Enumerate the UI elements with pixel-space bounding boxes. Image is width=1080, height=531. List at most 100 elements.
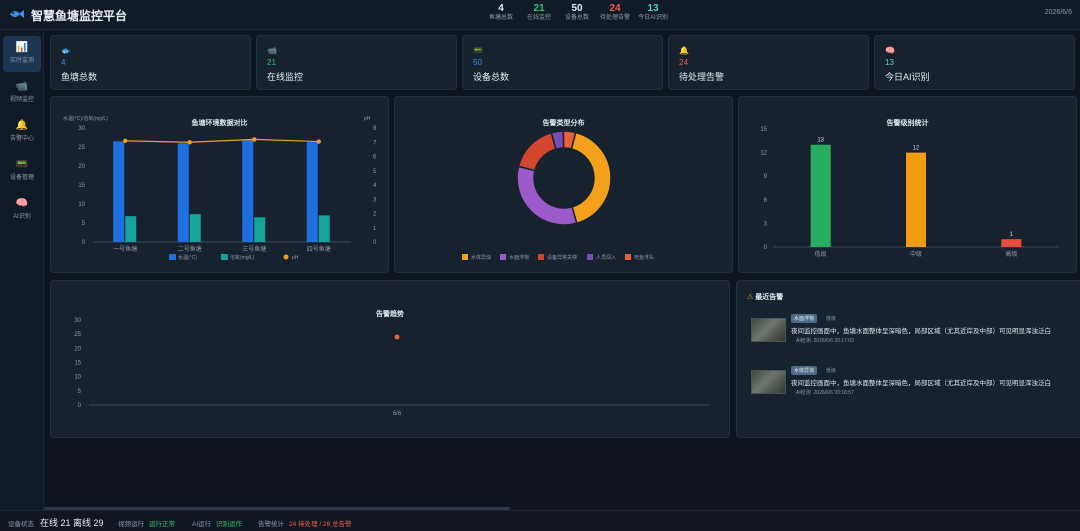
- y-tick-label: 0: [78, 403, 82, 409]
- brain-icon: 🧠: [15, 198, 29, 209]
- data-label: 1: [1010, 232, 1014, 238]
- bell-icon: 🔔: [679, 46, 689, 55]
- pie-slice: [570, 131, 612, 225]
- y2-tick-label: 1: [373, 226, 377, 232]
- alert-type-chart: 水体异浊 水面浮物 设备异常关停 人员闯入 死鱼浮头: [462, 130, 654, 261]
- x-tick-label: 中级: [910, 250, 922, 258]
- status-footer: 设备状态 在线 21 离线 29 视频运行 运行正常 AI运行 识别运作 告警统…: [0, 510, 1080, 531]
- kpi-value: 24: [679, 58, 688, 67]
- kpi-value: 50: [473, 58, 482, 67]
- alert-thumbnail[interactable]: [751, 318, 786, 342]
- y-tick-label: 20: [78, 164, 85, 170]
- legend-label: pH: [292, 255, 299, 261]
- header-stat: 13 今日AI识别: [634, 3, 672, 27]
- legend-marker: [283, 254, 289, 260]
- pie-slice: [516, 165, 578, 226]
- sidebar-item-chart[interactable]: 📊 实时监测: [3, 36, 41, 72]
- legend-marker: [221, 254, 228, 260]
- device-icon: 📟: [473, 46, 483, 55]
- y2-tick-label: 7: [373, 140, 377, 146]
- y2-tick-label: 3: [373, 197, 377, 203]
- data-label: 12: [913, 146, 920, 152]
- legend-label: 水温(°C): [178, 254, 197, 261]
- sidebar-item-device[interactable]: 📟 设备管理: [3, 153, 41, 189]
- bar: [1001, 239, 1022, 247]
- header-stat-value: 21: [533, 3, 545, 14]
- legend-marker: [538, 254, 544, 260]
- header-stat: 24 待处理告警: [596, 3, 634, 27]
- header-stat-label: 今日AI识别: [638, 15, 668, 21]
- device-icon: 📟: [15, 159, 29, 170]
- legend-label: 设备异常关停: [547, 254, 577, 261]
- header-stat-label: 鱼塘总数: [488, 15, 513, 21]
- kpi-card[interactable]: 📟 50 设备总数: [462, 35, 663, 90]
- line-point: [123, 138, 128, 144]
- env-compare-chart-card: 鱼塘环境数据对比 水温(°C)/溶氧(mg/L) pH 0 5 10 15 20 25 30 0 1…: [50, 96, 389, 273]
- series-line: [125, 138, 319, 143]
- kpi-label: 鱼塘总数: [61, 72, 98, 82]
- chart-icon: 📊: [15, 42, 29, 53]
- video-status-label: 视频运行: [118, 521, 144, 528]
- header-stat: 4 鱼塘总数: [482, 3, 520, 27]
- alert-description: 夜间监控画面中，鱼塘水面整体呈深暗色，局部区域（尤其近岸及中部）可见明显浑浊泛白: [791, 380, 1051, 387]
- x-tick-label: 三号鱼塘: [242, 245, 266, 253]
- y-tick-label: 20: [74, 346, 81, 352]
- kpi-card[interactable]: 🧠 13 今日AI识别: [874, 35, 1075, 90]
- app-title: 智慧鱼塘监控平台: [31, 9, 128, 23]
- bar: [318, 215, 330, 242]
- y-tick-label: 10: [74, 375, 81, 381]
- kpi-card[interactable]: 📹 21 在线监控: [256, 35, 457, 90]
- y-tick-label: 15: [760, 127, 767, 133]
- data-point: [394, 334, 400, 340]
- y-tick-label: 5: [82, 221, 86, 227]
- alert-item[interactable]: 水面浮物 低级 夜间监控画面中，鱼塘水面整体呈深暗色，局部区域（尤其近岸及中部）可见…: [751, 314, 1080, 350]
- bar: [254, 217, 266, 242]
- x-tick-label: 高级: [1005, 250, 1017, 258]
- header-stat: 21 在线监控: [520, 3, 558, 27]
- alert-level-chart-card: 告警级别统计 0 3 6 9 12 15 13 低级 12 中级 1 高级: [738, 96, 1077, 273]
- y2-tick-label: 6: [373, 155, 377, 161]
- current-date: 2026/6/6: [1044, 9, 1072, 16]
- warning-icon: ⚠: [747, 294, 754, 301]
- alert-source: AI检测 2026/6/6 20:16:57: [796, 390, 854, 396]
- alert-thumbnail[interactable]: [751, 370, 786, 394]
- alert-type-chart-card: 告警类型分布 水体异浊 水面浮物 设备异常关停 人员闯入 死鱼浮头: [394, 96, 733, 273]
- kpi-card[interactable]: 🐟 4 鱼塘总数: [50, 35, 251, 90]
- bar: [810, 144, 831, 247]
- y2-tick-label: 8: [373, 126, 377, 132]
- sidebar-item-bell[interactable]: 🔔 告警中心: [3, 114, 41, 150]
- legend-marker: [625, 254, 631, 260]
- alert-description: 夜间监控画面中，鱼塘水面整体呈深暗色，局部区域（尤其近岸及中部）可见明显浑浊泛白: [791, 328, 1051, 335]
- y2-tick-label: 5: [373, 169, 377, 175]
- legend-marker: [462, 254, 468, 260]
- header-stat-value: 4: [498, 3, 504, 14]
- header-stats: 4 鱼塘总数 21 在线监控 50 设备总数 24 待处理告警 13 今日AI识别: [482, 3, 672, 27]
- y-tick-label: 15: [74, 361, 81, 367]
- header-stat-label: 在线监控: [526, 15, 551, 21]
- top-bar: 智慧鱼塘监控平台 4 鱼塘总数 21 在线监控 50 设备总数 24 待处理告警 13 今日AI识…: [0, 0, 1080, 30]
- y-tick-label: 15: [78, 183, 85, 189]
- header-stat-value: 50: [571, 3, 583, 14]
- fish-icon: 🐟: [61, 46, 71, 55]
- sidebar-item-brain[interactable]: 🧠 AI识别: [3, 192, 41, 228]
- y-tick-label: 10: [78, 202, 85, 208]
- y2-tick-label: 0: [373, 240, 377, 246]
- brain-icon: 🧠: [885, 46, 895, 55]
- kpi-label: 在线监控: [267, 72, 304, 82]
- y-tick-label: 25: [74, 332, 81, 338]
- sidebar-item-label: AI识别: [13, 214, 31, 220]
- line-point: [316, 139, 321, 144]
- x-tick-label: 低级: [815, 250, 827, 258]
- alert-trend-chart: 0 5 10 15 20 25 30 6/6: [74, 318, 709, 417]
- bar: [906, 152, 926, 247]
- pie-slice: [517, 131, 557, 172]
- sidebar-item-camera[interactable]: 📹 视频监控: [3, 75, 41, 111]
- sidebar-item-label: 实时监测: [9, 58, 34, 64]
- device-status-label: 设备状态: [8, 521, 34, 528]
- alert-stats-label: 告警统计: [258, 521, 284, 528]
- alert-item[interactable]: 水体异浊 低级 夜间监控画面中，鱼塘水面整体呈深暗色，局部区域（尤其近岸及中部）可见…: [751, 366, 1080, 402]
- kpi-card[interactable]: 🔔 24 待处理告警: [668, 35, 869, 90]
- recent-alerts-title: ⚠ 最近告警: [747, 294, 784, 301]
- legend-marker: [587, 254, 593, 260]
- y-tick-label: 0: [82, 240, 86, 246]
